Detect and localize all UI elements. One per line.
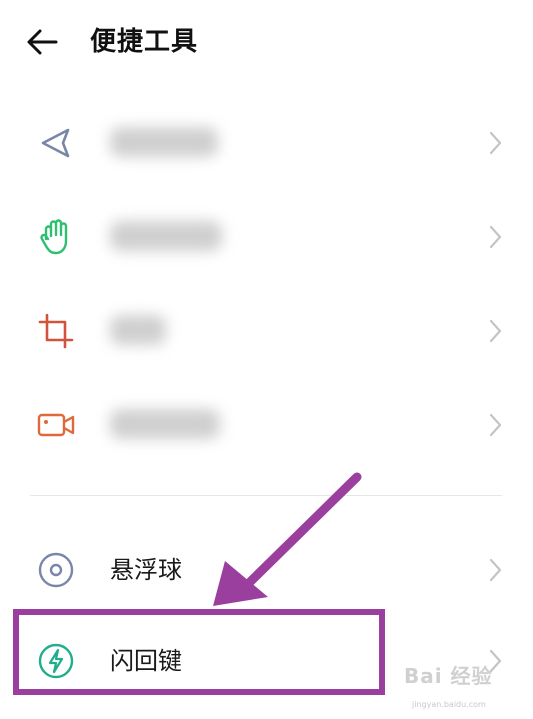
hand-gesture-icon	[40, 219, 68, 255]
divider	[30, 495, 502, 496]
navigation-arrow-icon	[41, 128, 70, 158]
list-item-navigation[interactable]	[0, 96, 533, 190]
header: 便捷工具	[0, 0, 533, 86]
page-title: 便捷工具	[90, 27, 199, 57]
list-item-floating-ball[interactable]: 悬浮球	[0, 523, 533, 617]
blurred-label	[110, 315, 166, 345]
list-item-crop[interactable]	[0, 284, 533, 378]
floating-ball-label: 悬浮球	[110, 556, 182, 584]
floating-ball-icon	[38, 552, 74, 588]
blurred-label	[110, 221, 222, 251]
highlight-box	[13, 609, 385, 695]
chevron-right-icon	[489, 413, 502, 437]
video-record-icon	[37, 413, 75, 437]
chevron-right-icon	[489, 131, 502, 155]
chevron-right-icon	[489, 225, 502, 249]
list-item-gesture[interactable]	[0, 190, 533, 284]
blurred-label	[110, 409, 220, 439]
watermark-sub: jingyan.baidu.com	[412, 700, 486, 709]
watermark: Bai 经验 jingyan.baidu.com	[404, 660, 526, 714]
watermark-text: Bai 经验	[404, 664, 493, 688]
chevron-right-icon	[489, 319, 502, 343]
back-arrow-icon[interactable]	[22, 24, 62, 60]
crop-icon	[38, 313, 74, 349]
blurred-label	[110, 127, 218, 157]
chevron-right-icon	[489, 558, 502, 582]
list-item-video[interactable]	[0, 378, 533, 472]
